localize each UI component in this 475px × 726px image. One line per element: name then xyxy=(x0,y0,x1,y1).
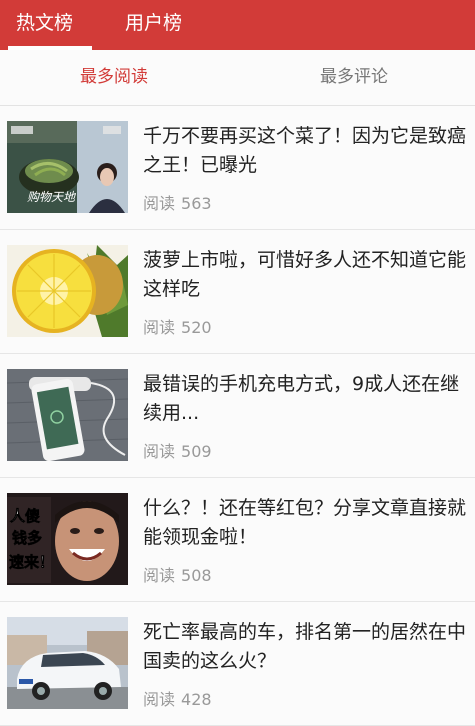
article-item[interactable]: 死亡率最高的车，排名第一的居然在中国卖的这么火？ 阅读 428 xyxy=(0,602,475,726)
article-item[interactable]: 菠萝上市啦，可惜好多人还不知道它能这样吃 阅读 520 xyxy=(0,230,475,354)
article-thumbnail xyxy=(7,245,128,337)
top-nav-bar: 热文榜 用户榜 xyxy=(0,0,475,50)
read-label: 阅读 xyxy=(143,194,176,213)
subtab-most-read[interactable]: 最多阅读 xyxy=(80,50,148,105)
article-title: 最错误的手机充电方式，9成人还在继续用... xyxy=(143,373,460,424)
read-label: 阅读 xyxy=(143,566,176,585)
sub-tab-bar: 最多阅读 最多评论 xyxy=(0,50,475,106)
article-item[interactable]: 购物天地 千万不要再买这个菜了！因为它是致癌之王！已曝光 阅读 563 xyxy=(0,106,475,230)
read-label: 阅读 xyxy=(143,690,176,709)
article-thumbnail xyxy=(7,369,128,461)
article-thumbnail: 人傻 钱多 速来！ xyxy=(7,493,128,585)
thumbnail-caption: 购物天地 xyxy=(27,190,77,204)
thumbnail-caption-line3: 速来！ xyxy=(9,553,54,571)
article-title: 死亡率最高的车，排名第一的居然在中国卖的这么火？ xyxy=(143,621,467,672)
tab-user-ranking[interactable]: 用户榜 xyxy=(125,0,182,50)
read-number: 509 xyxy=(181,442,212,461)
read-count: 阅读 509 xyxy=(143,438,212,462)
article-thumbnail: 购物天地 xyxy=(7,121,128,213)
read-count: 阅读 508 xyxy=(143,562,212,586)
article-title: 千万不要再买这个菜了！因为它是致癌之王！已曝光 xyxy=(143,125,467,176)
read-number: 520 xyxy=(181,318,212,337)
read-number: 428 xyxy=(181,690,212,709)
read-label: 阅读 xyxy=(143,442,176,461)
read-count: 阅读 520 xyxy=(143,314,212,338)
article-item[interactable]: 人傻 钱多 速来！ 什么？！还在等红包？分享文章直接就能领现金啦！ 阅读 508 xyxy=(0,478,475,602)
read-count: 阅读 428 xyxy=(143,686,212,710)
article-title: 什么？！还在等红包？分享文章直接就能领现金啦！ xyxy=(143,497,467,548)
thumbnail-caption-line2: 钱多 xyxy=(12,529,42,547)
read-count: 阅读 563 xyxy=(143,190,212,214)
article-thumbnail xyxy=(7,617,128,709)
article-item[interactable]: 最错误的手机充电方式，9成人还在继续用... 阅读 509 xyxy=(0,354,475,478)
thumbnail-caption-line1: 人傻 xyxy=(10,507,40,525)
subtab-most-comments[interactable]: 最多评论 xyxy=(320,50,388,105)
article-title: 菠萝上市啦，可惜好多人还不知道它能这样吃 xyxy=(143,249,467,300)
read-number: 508 xyxy=(181,566,212,585)
article-list: 购物天地 千万不要再买这个菜了！因为它是致癌之王！已曝光 阅读 563 菠萝上市… xyxy=(0,106,475,726)
read-number: 563 xyxy=(181,194,212,213)
tab-hot-articles[interactable]: 热文榜 xyxy=(16,0,73,50)
read-label: 阅读 xyxy=(143,318,176,337)
